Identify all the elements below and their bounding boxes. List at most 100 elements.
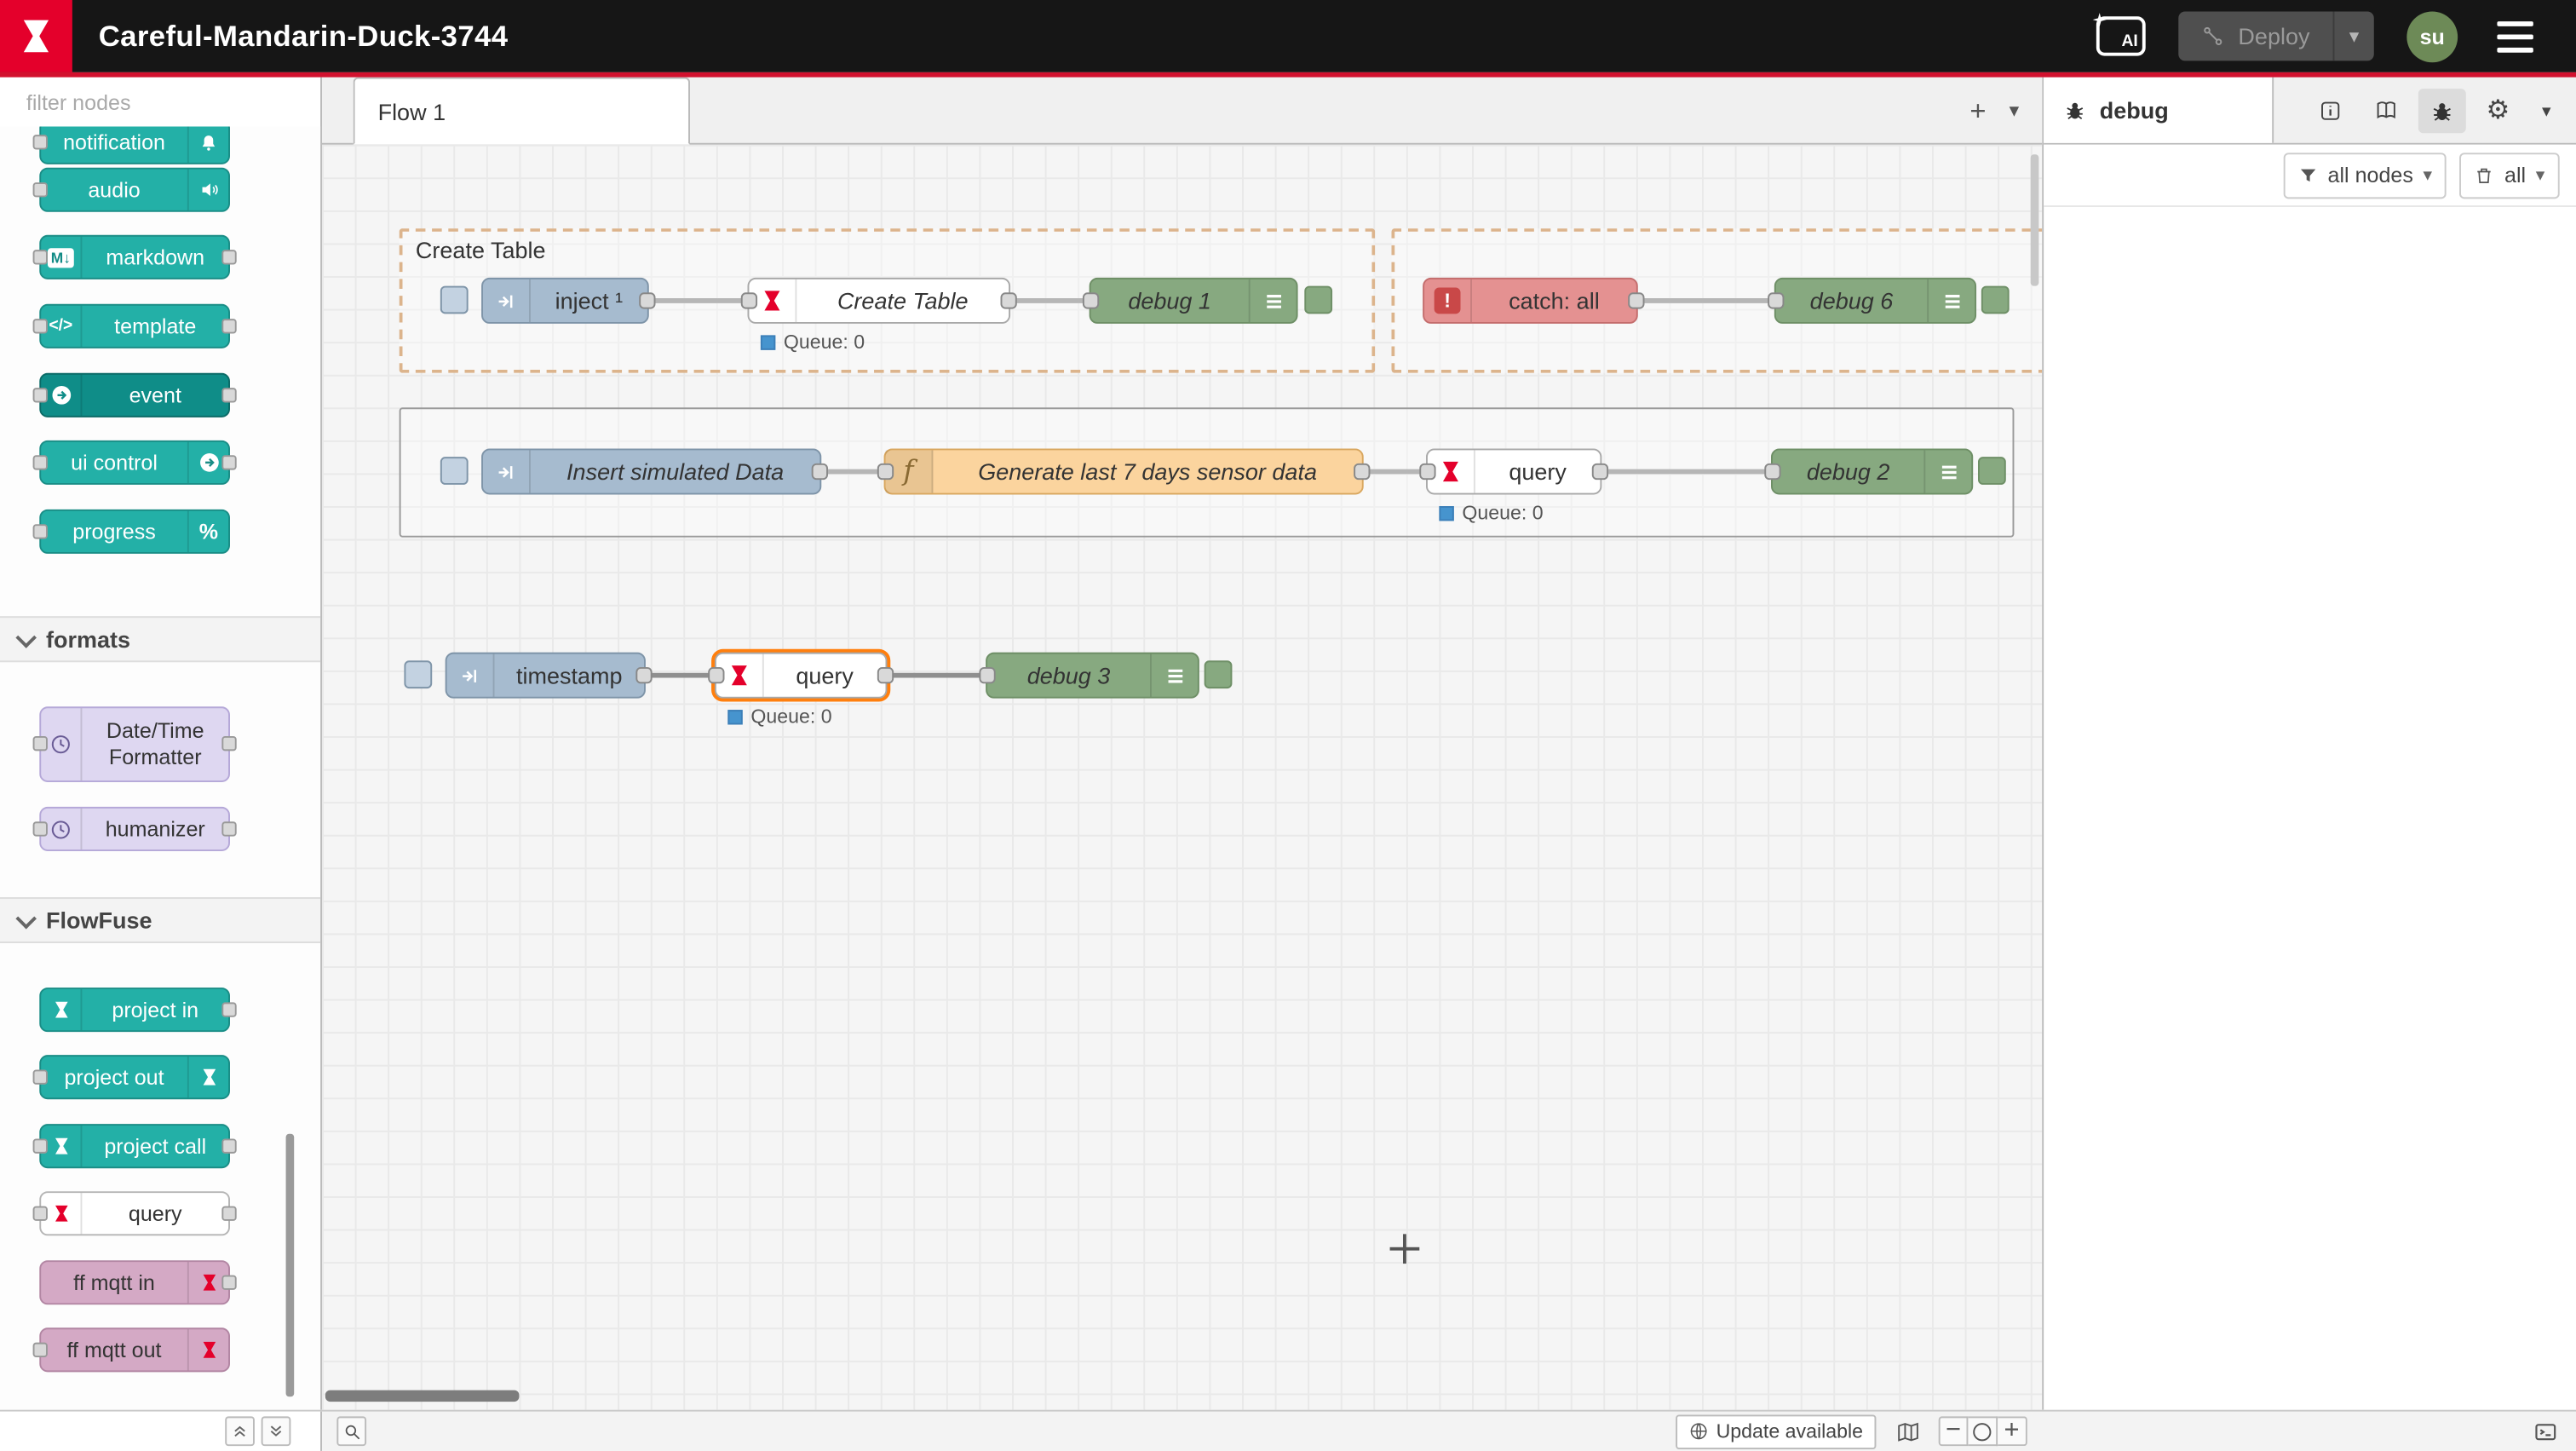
canvas-vertical-scrollbar[interactable] xyxy=(2031,154,2039,285)
port[interactable] xyxy=(221,1138,236,1153)
node-inject1[interactable]: inject ¹ xyxy=(481,278,649,324)
node-debug6[interactable]: debug 6 xyxy=(1774,278,1976,324)
port[interactable] xyxy=(33,736,48,751)
zoom-reset-button[interactable] xyxy=(1968,1416,1998,1446)
palette-section-flowfuse[interactable]: FlowFuse xyxy=(0,897,320,943)
port[interactable] xyxy=(221,1206,236,1220)
palette-search[interactable] xyxy=(0,78,320,129)
palette-node-datetime-formatter[interactable]: Date/Time Formatter xyxy=(39,706,230,782)
flowfuse-logo[interactable] xyxy=(0,0,72,72)
port[interactable] xyxy=(221,1001,236,1016)
palette-node-template[interactable]: </> template xyxy=(39,304,230,348)
port[interactable] xyxy=(33,387,48,401)
port[interactable] xyxy=(33,1069,48,1084)
port[interactable] xyxy=(33,249,48,263)
output-port[interactable] xyxy=(1354,464,1370,480)
tab-debug[interactable]: debug xyxy=(2044,78,2274,143)
node-timestamp[interactable]: timestamp xyxy=(446,653,646,699)
debug-toggle-button[interactable] xyxy=(1978,457,2006,485)
flow-canvas[interactable]: Create Table inject ¹ Create Table Queue… xyxy=(322,145,2042,1410)
debug-filter-button[interactable]: all nodes ▾ xyxy=(2283,152,2447,198)
palette-node-notification[interactable]: notification xyxy=(39,126,230,164)
output-port[interactable] xyxy=(1000,292,1016,308)
output-port[interactable] xyxy=(812,464,828,480)
sidebar-tabs-caret[interactable]: ▾ xyxy=(2530,88,2563,132)
canvas-horizontal-scrollbar[interactable] xyxy=(325,1391,520,1402)
port[interactable] xyxy=(221,387,236,401)
port[interactable] xyxy=(221,1275,236,1289)
node-insert-simulated-data[interactable]: Insert simulated Data xyxy=(481,448,821,494)
node-debug2[interactable]: debug 2 xyxy=(1771,448,1973,494)
port[interactable] xyxy=(221,249,236,263)
input-port[interactable] xyxy=(1419,464,1435,480)
palette-node-event[interactable]: event xyxy=(39,373,230,417)
port[interactable] xyxy=(33,1342,48,1356)
add-flow-button[interactable]: + xyxy=(1969,96,1986,124)
node-generate-sensor-data[interactable]: f Generate last 7 days sensor data xyxy=(884,448,1364,494)
navigator-toggle-button[interactable] xyxy=(1889,1416,1925,1446)
zoom-in-button[interactable]: + xyxy=(1998,1416,2027,1446)
input-port[interactable] xyxy=(741,292,757,308)
input-port[interactable] xyxy=(1764,464,1780,480)
palette-scrollbar[interactable] xyxy=(286,1134,295,1397)
node-create-table[interactable]: Create Table xyxy=(747,278,1010,324)
flow-list-caret[interactable]: ▾ xyxy=(2010,101,2020,120)
port[interactable] xyxy=(221,736,236,751)
debug-clear-button[interactable]: all ▾ xyxy=(2460,152,2560,198)
palette-node-audio[interactable]: audio xyxy=(39,168,230,212)
debug-toggle-button[interactable] xyxy=(1981,286,2010,314)
palette-search-input[interactable] xyxy=(23,88,319,116)
inject-trigger-button[interactable] xyxy=(440,457,469,485)
input-port[interactable] xyxy=(1083,292,1099,308)
user-avatar[interactable]: su xyxy=(2406,11,2458,62)
canvas-search-button[interactable] xyxy=(336,1416,366,1446)
tab-info[interactable] xyxy=(2307,88,2355,132)
port[interactable] xyxy=(33,523,48,538)
port[interactable] xyxy=(33,454,48,469)
update-available-button[interactable]: Update available xyxy=(1675,1414,1876,1448)
palette-node-project-out[interactable]: project out xyxy=(39,1055,230,1099)
inject-trigger-button[interactable] xyxy=(404,660,432,688)
deploy-options-caret[interactable]: ▾ xyxy=(2333,11,2374,60)
input-port[interactable] xyxy=(979,667,995,683)
input-port[interactable] xyxy=(877,464,894,480)
output-port[interactable] xyxy=(639,292,655,308)
open-console-button[interactable] xyxy=(2530,1416,2560,1446)
palette-node-query[interactable]: query xyxy=(39,1191,230,1235)
palette-collapse-down-button[interactable] xyxy=(262,1416,291,1446)
ai-assistant-button[interactable]: AI xyxy=(2097,16,2147,55)
node-debug3[interactable]: debug 3 xyxy=(986,653,1199,699)
output-port[interactable] xyxy=(877,667,894,683)
node-debug1[interactable]: debug 1 xyxy=(1090,278,1298,324)
tab-flow-1[interactable]: Flow 1 xyxy=(354,78,690,145)
deploy-button[interactable]: Deploy ▾ xyxy=(2179,11,2374,60)
zoom-out-button[interactable]: − xyxy=(1939,1416,1969,1446)
output-port[interactable] xyxy=(1592,464,1608,480)
tab-debug-icon[interactable] xyxy=(2418,88,2466,132)
palette-node-ff-mqtt-out[interactable]: ff mqtt out xyxy=(39,1327,230,1372)
tab-help[interactable] xyxy=(2362,88,2410,132)
palette-section-formats[interactable]: formats xyxy=(0,616,320,662)
palette-node-project-in[interactable]: project in xyxy=(39,987,230,1032)
palette-node-markdown[interactable]: M↓ markdown xyxy=(39,235,230,279)
palette-node-ui-control[interactable]: ui control xyxy=(39,440,230,485)
palette-node-project-call[interactable]: project call xyxy=(39,1124,230,1168)
input-port[interactable] xyxy=(1768,292,1784,308)
port[interactable] xyxy=(221,821,236,835)
debug-toggle-button[interactable] xyxy=(1304,286,1332,314)
palette-node-progress[interactable]: progress % xyxy=(39,510,230,554)
port[interactable] xyxy=(33,821,48,835)
input-port[interactable] xyxy=(708,667,724,683)
node-catch-all[interactable]: ! catch: all xyxy=(1423,278,1638,324)
port[interactable] xyxy=(33,318,48,332)
port[interactable] xyxy=(33,1138,48,1153)
node-query3-selected[interactable]: query xyxy=(715,653,887,699)
inject-trigger-button[interactable] xyxy=(440,286,469,314)
palette-node-humanizer[interactable]: humanizer xyxy=(39,807,230,851)
palette-collapse-up-button[interactable] xyxy=(225,1416,255,1446)
port[interactable] xyxy=(33,181,48,196)
node-query2[interactable]: query xyxy=(1426,448,1601,494)
palette-node-ff-mqtt-in[interactable]: ff mqtt in xyxy=(39,1260,230,1304)
main-menu-button[interactable] xyxy=(2491,14,2540,58)
tab-config-nodes[interactable]: ⚙ xyxy=(2474,88,2521,132)
